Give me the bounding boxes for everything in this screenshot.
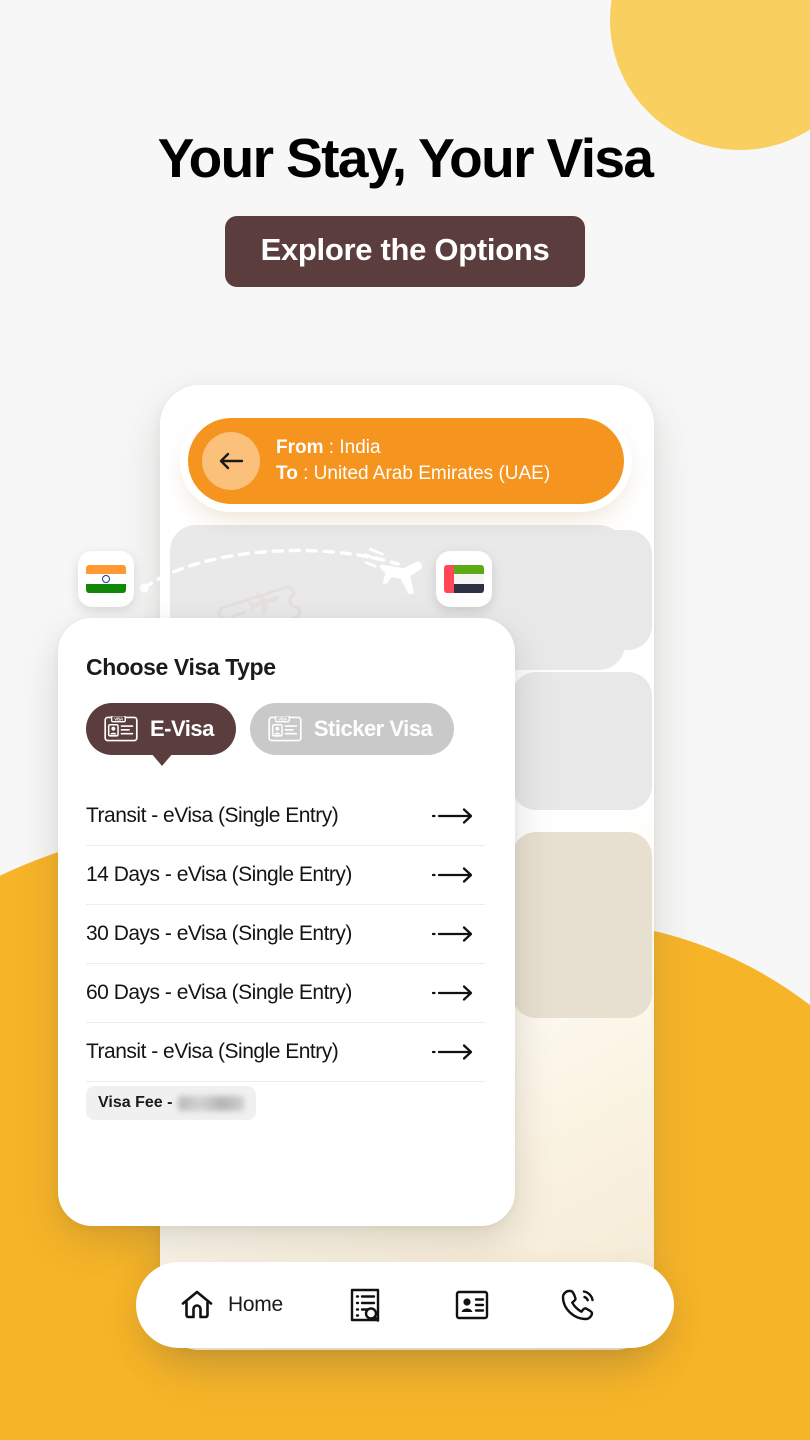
nav-item-home[interactable]: Home: [178, 1286, 312, 1324]
route-from-label: From: [276, 436, 324, 458]
svg-text:VISA: VISA: [114, 717, 124, 722]
visa-option-label: Transit - eVisa (Single Entry): [86, 804, 339, 827]
page-root: Your Stay, Your Visa Explore the Options: [0, 0, 810, 1440]
route-to-value: United Arab Emirates (UAE): [313, 463, 551, 484]
arrow-left-icon: [219, 452, 244, 470]
route-to-line: To : United Arab Emirates (UAE): [276, 461, 550, 487]
route-to-separator: :: [297, 463, 314, 484]
visa-type-tabs: VISA E-Visa VISA Sticker Visa: [86, 703, 485, 766]
hero-header: Your Stay, Your Visa Explore the Options: [0, 127, 810, 287]
visa-option-label: 60 Days - eVisa (Single Entry): [86, 981, 352, 1004]
page-title: Your Stay, Your Visa: [157, 127, 654, 189]
bottom-navigation-bar: Home: [136, 1262, 674, 1348]
list-item[interactable]: 14 Days - eVisa (Single Entry): [86, 846, 485, 905]
skeleton-card-3: [512, 832, 652, 1018]
arrow-right-icon: [431, 808, 473, 824]
svg-text:VISA: VISA: [278, 717, 288, 722]
visa-option-label: Transit - eVisa (Single Entry): [86, 1040, 339, 1063]
back-button[interactable]: [202, 432, 260, 490]
tab-e-visa[interactable]: VISA E-Visa: [86, 703, 236, 766]
flight-path-icon: [140, 547, 422, 594]
phone-call-icon: [561, 1289, 594, 1321]
tab-e-visa-label: E-Visa: [150, 716, 214, 741]
nav-item-call-support[interactable]: [525, 1286, 632, 1324]
arrow-right-icon: [431, 867, 473, 883]
visa-card-icon: VISA: [268, 716, 302, 742]
list-item[interactable]: Transit - eVisa (Single Entry): [86, 787, 485, 846]
route-to-label: To: [276, 463, 298, 484]
document-search-icon: [350, 1288, 380, 1322]
arrow-right-icon: [431, 926, 473, 942]
visa-fee-label: Visa Fee -: [98, 1094, 173, 1111]
arrow-right-icon: [431, 985, 473, 1001]
visa-option-label: 14 Days - eVisa (Single Entry): [86, 863, 352, 886]
route-from-separator: :: [323, 436, 340, 458]
list-item[interactable]: Transit - eVisa (Single Entry): [86, 1023, 485, 1082]
sheet-title: Choose Visa Type: [86, 654, 276, 680]
visa-options-list: Transit - eVisa (Single Entry) 14 Days -…: [86, 787, 485, 1120]
nav-item-search-documents[interactable]: [312, 1286, 419, 1324]
nav-item-profile-card[interactable]: [418, 1286, 525, 1324]
choose-visa-type-sheet: Choose Visa Type VISA E-Visa VISA Sticke…: [58, 618, 515, 1226]
id-card-icon: [455, 1290, 488, 1320]
visa-fee-hidden-value: [178, 1095, 245, 1111]
skeleton-card-2: [512, 672, 652, 810]
visa-card-icon: VISA: [104, 716, 138, 742]
visa-option-label: 30 Days - eVisa (Single Entry): [86, 922, 352, 945]
tab-sticker-visa-label: Sticker Visa: [313, 716, 433, 741]
list-item[interactable]: 30 Days - eVisa (Single Entry): [86, 905, 485, 964]
route-from-value: India: [339, 436, 381, 458]
route-text: From : India To : United Arab Emirates (…: [276, 435, 550, 487]
visa-fee-badge: Visa Fee -: [86, 1086, 257, 1120]
route-summary-card: From : India To : United Arab Emirates (…: [188, 418, 624, 504]
home-icon: [181, 1290, 213, 1319]
explore-options-button[interactable]: Explore the Options: [224, 215, 586, 287]
route-from-line: From : India: [276, 435, 550, 461]
arrow-right-icon: [431, 1044, 473, 1060]
india-flag-icon: [78, 551, 134, 607]
uae-flag-icon: [436, 551, 492, 607]
list-item[interactable]: 60 Days - eVisa (Single Entry): [86, 964, 485, 1023]
tab-sticker-visa[interactable]: VISA Sticker Visa: [249, 703, 455, 755]
nav-item-home-label: Home: [228, 1293, 283, 1316]
